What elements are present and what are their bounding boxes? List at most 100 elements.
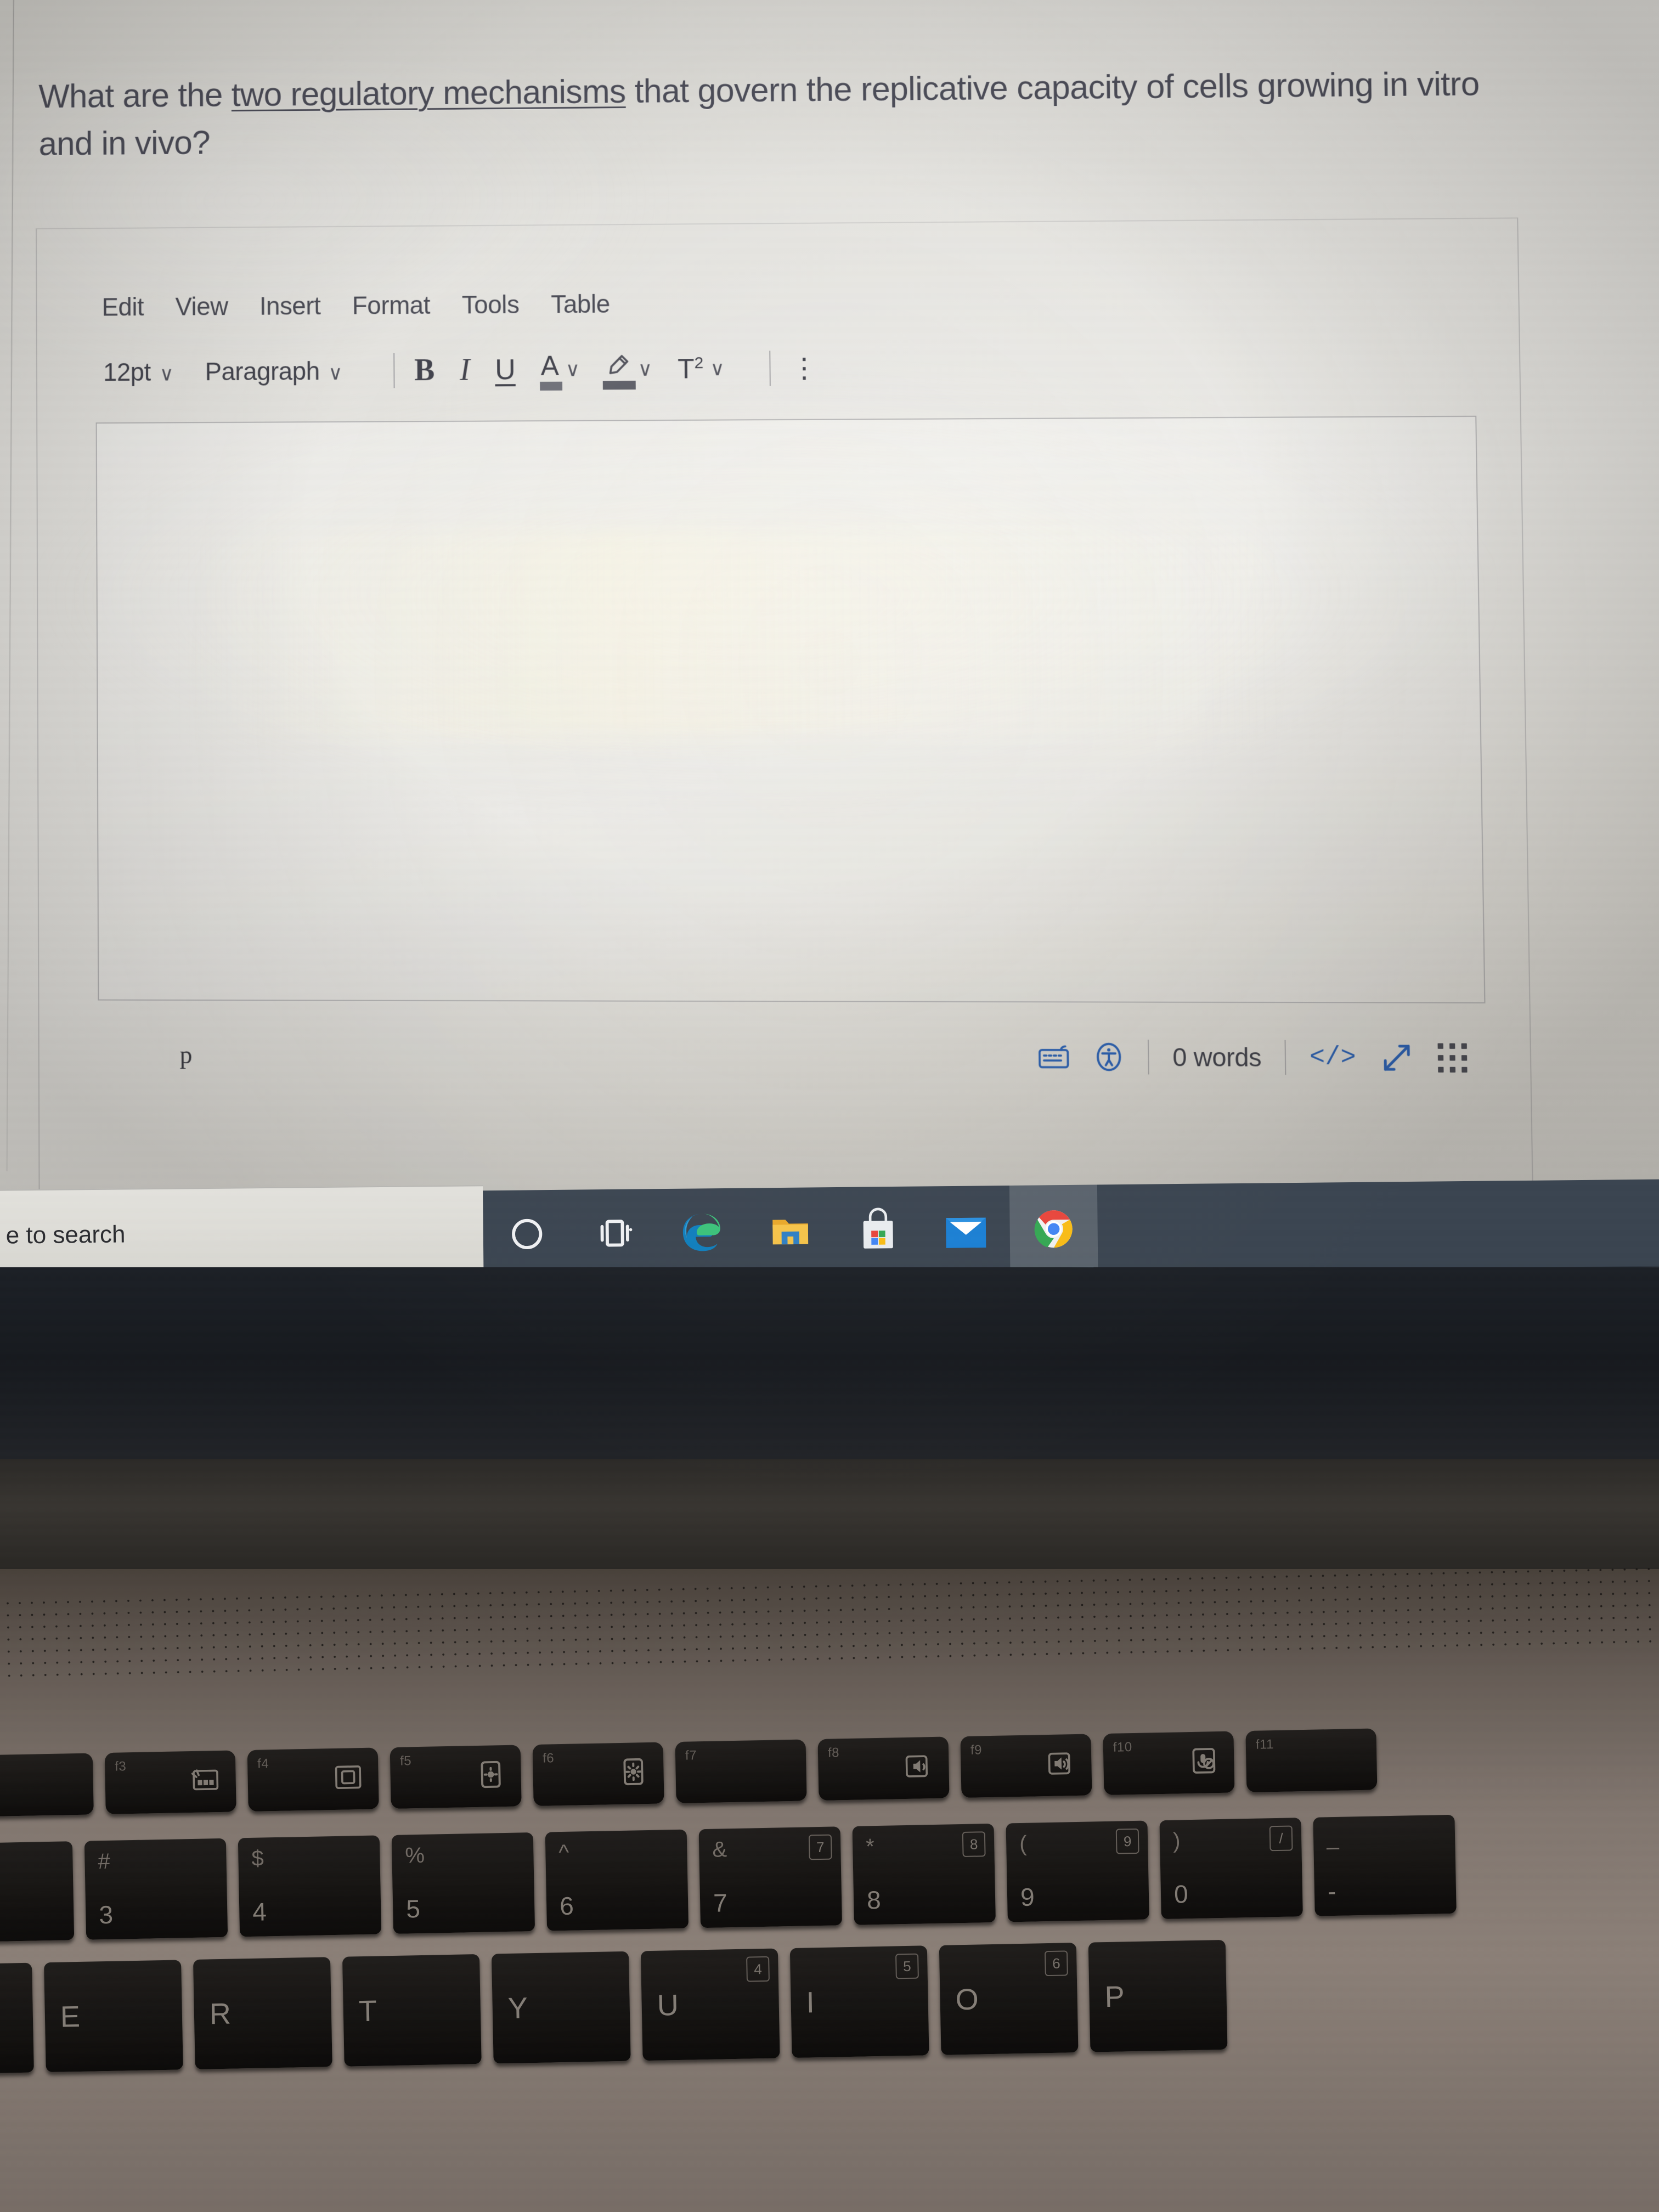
- bold-button[interactable]: B: [414, 353, 435, 388]
- key-8[interactable]: * 8 8: [852, 1823, 996, 1925]
- key-w[interactable]: W: [0, 1962, 34, 2075]
- key-shift-label: ): [1172, 1829, 1181, 1853]
- key-t[interactable]: T: [342, 1954, 482, 2067]
- key-y[interactable]: Y: [491, 1951, 631, 2064]
- key-2[interactable]: @ 2: [0, 1841, 75, 1943]
- chevron-down-icon[interactable]: ∨: [710, 357, 725, 380]
- edge-icon[interactable]: [658, 1188, 747, 1277]
- key-f3[interactable]: f3: [104, 1750, 236, 1814]
- menu-item-table[interactable]: Table: [551, 289, 610, 319]
- key-label: 0: [1173, 1880, 1189, 1909]
- chevron-down-icon[interactable]: ∨: [638, 358, 653, 381]
- key-label: 9: [1020, 1882, 1035, 1911]
- page-left-rule: [6, 0, 14, 1171]
- key-9[interactable]: ( 9 9: [1006, 1820, 1149, 1922]
- key-label: P: [1104, 1980, 1125, 2014]
- key-o[interactable]: O 6: [939, 1943, 1079, 2055]
- numpad-overlay-label: 7: [808, 1834, 832, 1860]
- key-6[interactable]: ^ 6: [545, 1829, 689, 1931]
- key-label: f10: [1113, 1740, 1132, 1755]
- key-label: 5: [405, 1894, 421, 1923]
- key-f2[interactable]: f2: [0, 1753, 94, 1817]
- mic-mute-icon: [1184, 1743, 1223, 1778]
- key-shift-label: ^: [558, 1840, 569, 1865]
- chevron-down-icon[interactable]: ∨: [566, 358, 580, 381]
- font-size-value: 12pt: [103, 357, 151, 387]
- key-4[interactable]: $ 4: [238, 1835, 382, 1937]
- key-f7[interactable]: f7: [675, 1739, 807, 1804]
- key-f11[interactable]: f11: [1245, 1728, 1378, 1793]
- file-explorer-icon[interactable]: [746, 1187, 835, 1276]
- key-f4[interactable]: f4: [247, 1747, 379, 1812]
- drag-handle-icon[interactable]: [1437, 1043, 1468, 1073]
- key-5[interactable]: % 5: [391, 1832, 535, 1934]
- text-color-icon: A: [540, 351, 559, 387]
- editor-menubar[interactable]: Edit View Insert Format Tools Table: [101, 279, 1503, 321]
- resize-expand-icon[interactable]: [1379, 1040, 1414, 1075]
- taskbar-icon-group[interactable]: [483, 1184, 1098, 1278]
- html-code-view-button[interactable]: </>: [1310, 1043, 1356, 1072]
- key-f6[interactable]: f6: [532, 1742, 664, 1807]
- menu-item-edit[interactable]: Edit: [102, 292, 144, 321]
- menu-item-insert[interactable]: Insert: [259, 291, 321, 321]
- task-view-icon[interactable]: [571, 1189, 659, 1278]
- microsoft-store-icon[interactable]: [834, 1187, 923, 1276]
- statusbar-divider: [1284, 1040, 1286, 1075]
- keyboard-shortcuts-icon[interactable]: [1037, 1045, 1070, 1069]
- key-label: 3: [98, 1900, 114, 1929]
- text-color-button[interactable]: A ∨: [540, 351, 580, 387]
- superscript-icon: T2: [677, 353, 704, 385]
- editor-toolbar[interactable]: 12pt ∨ Paragraph ∨ B I U A ∨ ∨ T2 ∨ ⋮: [101, 337, 1504, 398]
- key-i[interactable]: I 5: [789, 1945, 929, 2058]
- key-label: R: [209, 1997, 232, 2031]
- menu-item-view[interactable]: View: [175, 291, 228, 321]
- block-format-select[interactable]: Paragraph ∨: [205, 356, 342, 386]
- key-7[interactable]: & 7 7: [698, 1826, 843, 1928]
- statusbar-divider: [1148, 1040, 1150, 1075]
- key-u[interactable]: U 4: [640, 1948, 780, 2061]
- superscript-subscript-button[interactable]: T2 ∨: [678, 353, 725, 385]
- cortana-icon[interactable]: [483, 1190, 572, 1279]
- key-f9[interactable]: f9: [960, 1734, 1092, 1798]
- key-0[interactable]: ) 0 /: [1159, 1818, 1303, 1920]
- key-p[interactable]: P: [1088, 1939, 1228, 2052]
- key-shift-label: *: [865, 1835, 875, 1859]
- more-options-button[interactable]: ⋮: [791, 352, 819, 383]
- key-label: 4: [252, 1897, 267, 1926]
- key-f8[interactable]: f8: [817, 1736, 950, 1801]
- block-format-value: Paragraph: [205, 357, 320, 386]
- chrome-icon[interactable]: [1009, 1184, 1098, 1273]
- menu-item-format[interactable]: Format: [352, 290, 431, 320]
- key-label: I: [806, 1986, 815, 2019]
- menu-item-tools[interactable]: Tools: [462, 290, 520, 320]
- font-size-select[interactable]: 12pt ∨: [103, 357, 173, 387]
- laptop-keyboard[interactable]: f2 f3 f4: [0, 1700, 1659, 2212]
- key-e[interactable]: E: [44, 1960, 183, 2073]
- rich-text-editor[interactable]: Edit View Insert Format Tools Table 12pt…: [36, 217, 1534, 1220]
- element-path[interactable]: p: [179, 1040, 192, 1069]
- key-r[interactable]: R: [193, 1957, 332, 2069]
- key-label: U: [657, 1989, 679, 2022]
- question-underlined-phrase: two regulatory mechanisms: [231, 72, 626, 114]
- key-3[interactable]: # 3: [84, 1838, 228, 1940]
- accessibility-checker-icon[interactable]: [1093, 1041, 1125, 1073]
- volume-up-icon: [1042, 1746, 1081, 1781]
- keyboard-function-row: f2 f3 f4: [0, 1728, 1389, 1817]
- key-label: Y: [507, 1991, 528, 2025]
- editor-content-area[interactable]: [95, 415, 1486, 1003]
- underline-button[interactable]: U: [495, 353, 516, 386]
- highlight-color-button[interactable]: ∨: [605, 352, 653, 387]
- numpad-overlay-label: 9: [1115, 1828, 1139, 1854]
- key-label: -: [1327, 1876, 1336, 1906]
- screen-bezel: hp: [0, 1267, 1659, 1476]
- key-minus[interactable]: _ -: [1313, 1814, 1457, 1916]
- italic-button[interactable]: I: [460, 352, 470, 387]
- taskbar-search-box[interactable]: e to search: [0, 1185, 484, 1281]
- key-f10[interactable]: f10: [1103, 1731, 1235, 1796]
- key-shift-label: #: [98, 1849, 111, 1874]
- key-f5[interactable]: f5: [390, 1745, 522, 1809]
- mail-icon[interactable]: [922, 1186, 1011, 1274]
- toolbar-divider: [393, 353, 395, 388]
- editor-statusbar: p 0 words </>: [98, 1013, 1487, 1101]
- key-label: O: [955, 1983, 979, 2017]
